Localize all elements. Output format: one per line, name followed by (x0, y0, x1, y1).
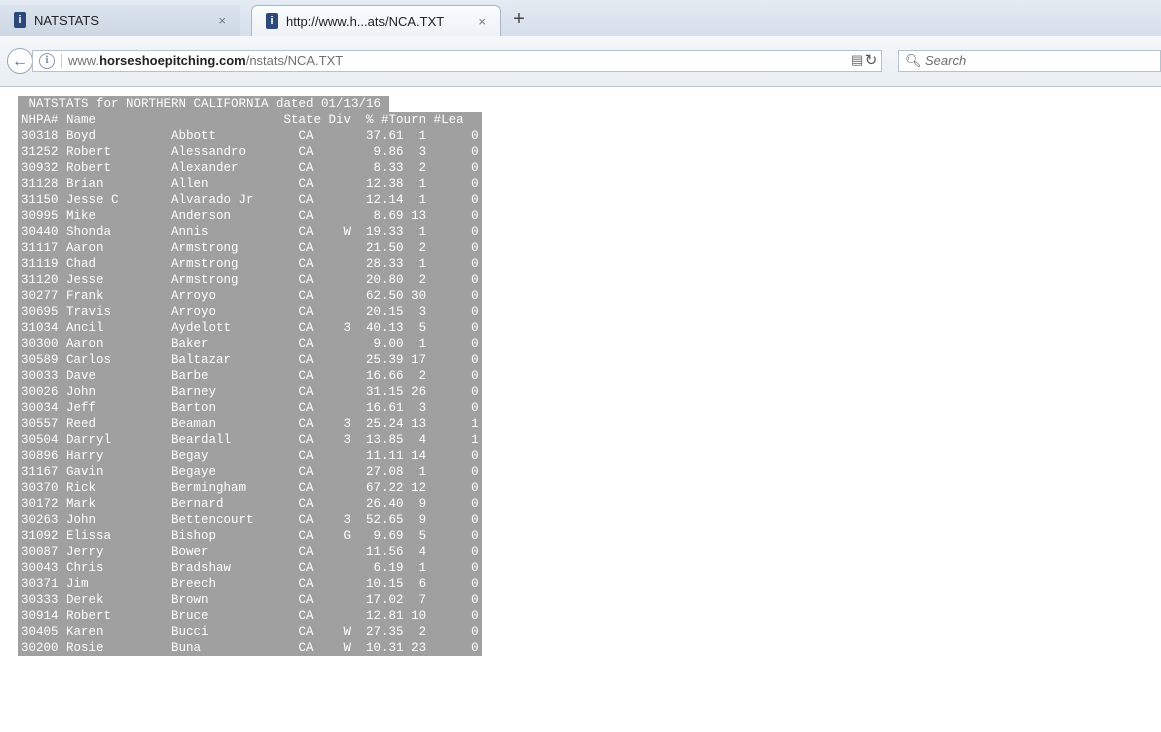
data-row: 30172 Mark Bernard CA 26.40 9 0 (18, 496, 482, 512)
data-row: 31128 Brian Allen CA 12.38 1 0 (18, 176, 482, 192)
data-row: 30370 Rick Bermingham CA 67.22 12 0 (18, 480, 482, 496)
url-separator (61, 54, 62, 68)
data-row: 30405 Karen Bucci CA W 27.35 2 0 (18, 624, 482, 640)
site-info-icon[interactable]: ℹ (39, 53, 55, 69)
data-row: 30914 Robert Bruce CA 12.81 10 0 (18, 608, 482, 624)
close-tab-icon[interactable]: × (478, 6, 486, 37)
data-row: 31117 Aaron Armstrong CA 21.50 2 0 (18, 240, 482, 256)
url-text[interactable]: www.horseshoepitching.com/nstats/NCA.TXT (68, 51, 343, 71)
tab-title: http://www.h...ats/NCA.TXT (286, 14, 445, 29)
back-button[interactable]: ← (7, 48, 33, 74)
data-row: 30371 Jim Breech CA 10.15 6 0 (18, 576, 482, 592)
reload-icon[interactable]: ↻ (858, 50, 884, 72)
tab-natstats[interactable]: i NATSTATS × (0, 5, 240, 36)
search-input[interactable]: 🔍︎ Search (898, 50, 1161, 72)
data-row: 30318 Boyd Abbott CA 37.61 1 0 (18, 128, 482, 144)
data-row: 30026 John Barney CA 31.15 26 0 (18, 384, 482, 400)
new-tab-button[interactable]: + (506, 6, 532, 32)
page-icon: i (14, 12, 26, 28)
data-row: 30277 Frank Arroyo CA 62.50 30 0 (18, 288, 482, 304)
data-row: 30896 Harry Begay CA 11.11 14 0 (18, 448, 482, 464)
data-row: 30440 Shonda Annis CA W 19.33 1 0 (18, 224, 482, 240)
tab-bar: i NATSTATS × i http://www.h...ats/NCA.TX… (0, 0, 1161, 37)
data-row: 30300 Aaron Baker CA 9.00 1 0 (18, 336, 482, 352)
url-prefix: www. (68, 53, 100, 68)
search-placeholder: Search (925, 53, 967, 68)
url-path: /nstats/NCA.TXT (245, 53, 344, 68)
data-row: 30043 Chris Bradshaw CA 6.19 1 0 (18, 560, 482, 576)
data-row: 31120 Jesse Armstrong CA 20.80 2 0 (18, 272, 482, 288)
data-row: 30200 Rosie Buna CA W 10.31 23 0 (18, 640, 482, 656)
url-domain: horseshoepitching.com (99, 53, 246, 68)
data-row: 30589 Carlos Baltazar CA 25.39 17 0 (18, 352, 482, 368)
data-row: 30333 Derek Brown CA 17.02 7 0 (18, 592, 482, 608)
address-bar[interactable]: ℹ www.horseshoepitching.com/nstats/NCA.T… (32, 50, 882, 72)
data-row: 31034 Ancil Aydelott CA 3 40.13 5 0 (18, 320, 482, 336)
data-row: 30557 Reed Beaman CA 3 25.24 13 1 (18, 416, 482, 432)
data-row: 31150 Jesse C Alvarado Jr CA 12.14 1 0 (18, 192, 482, 208)
data-row: 30695 Travis Arroyo CA 20.15 3 0 (18, 304, 482, 320)
data-row: 30087 Jerry Bower CA 11.56 4 0 (18, 544, 482, 560)
data-row: 30995 Mike Anderson CA 8.69 13 0 (18, 208, 482, 224)
data-row: 30504 Darryl Beardall CA 3 13.85 4 1 (18, 432, 482, 448)
navigation-bar: ← ℹ www.horseshoepitching.com/nstats/NCA… (0, 36, 1161, 87)
close-tab-icon[interactable]: × (218, 5, 226, 36)
data-row: 30932 Robert Alexander CA 8.33 2 0 (18, 160, 482, 176)
data-row: 30263 John Bettencourt CA 3 52.65 9 0 (18, 512, 482, 528)
tab-nca-txt[interactable]: i http://www.h...ats/NCA.TXT × (251, 5, 501, 36)
data-row: 30033 Dave Barbe CA 16.66 2 0 (18, 368, 482, 384)
document-view: NATSTATS for NORTHERN CALIFORNIA dated 0… (0, 87, 1161, 732)
tab-title: NATSTATS (34, 13, 99, 28)
search-icon: 🔍︎ (905, 53, 922, 68)
document-title: NATSTATS for NORTHERN CALIFORNIA dated 0… (18, 96, 389, 112)
data-row: 31252 Robert Alessandro CA 9.86 3 0 (18, 144, 482, 160)
column-header-row: NHPA# Name State Div % #Tourn #Lea (18, 112, 482, 128)
data-row: 31119 Chad Armstrong CA 28.33 1 0 (18, 256, 482, 272)
data-row: 31092 Elissa Bishop CA G 9.69 5 0 (18, 528, 482, 544)
data-row: 30034 Jeff Barton CA 16.61 3 0 (18, 400, 482, 416)
page-icon: i (266, 13, 278, 29)
data-row: 31167 Gavin Begaye CA 27.08 1 0 (18, 464, 482, 480)
